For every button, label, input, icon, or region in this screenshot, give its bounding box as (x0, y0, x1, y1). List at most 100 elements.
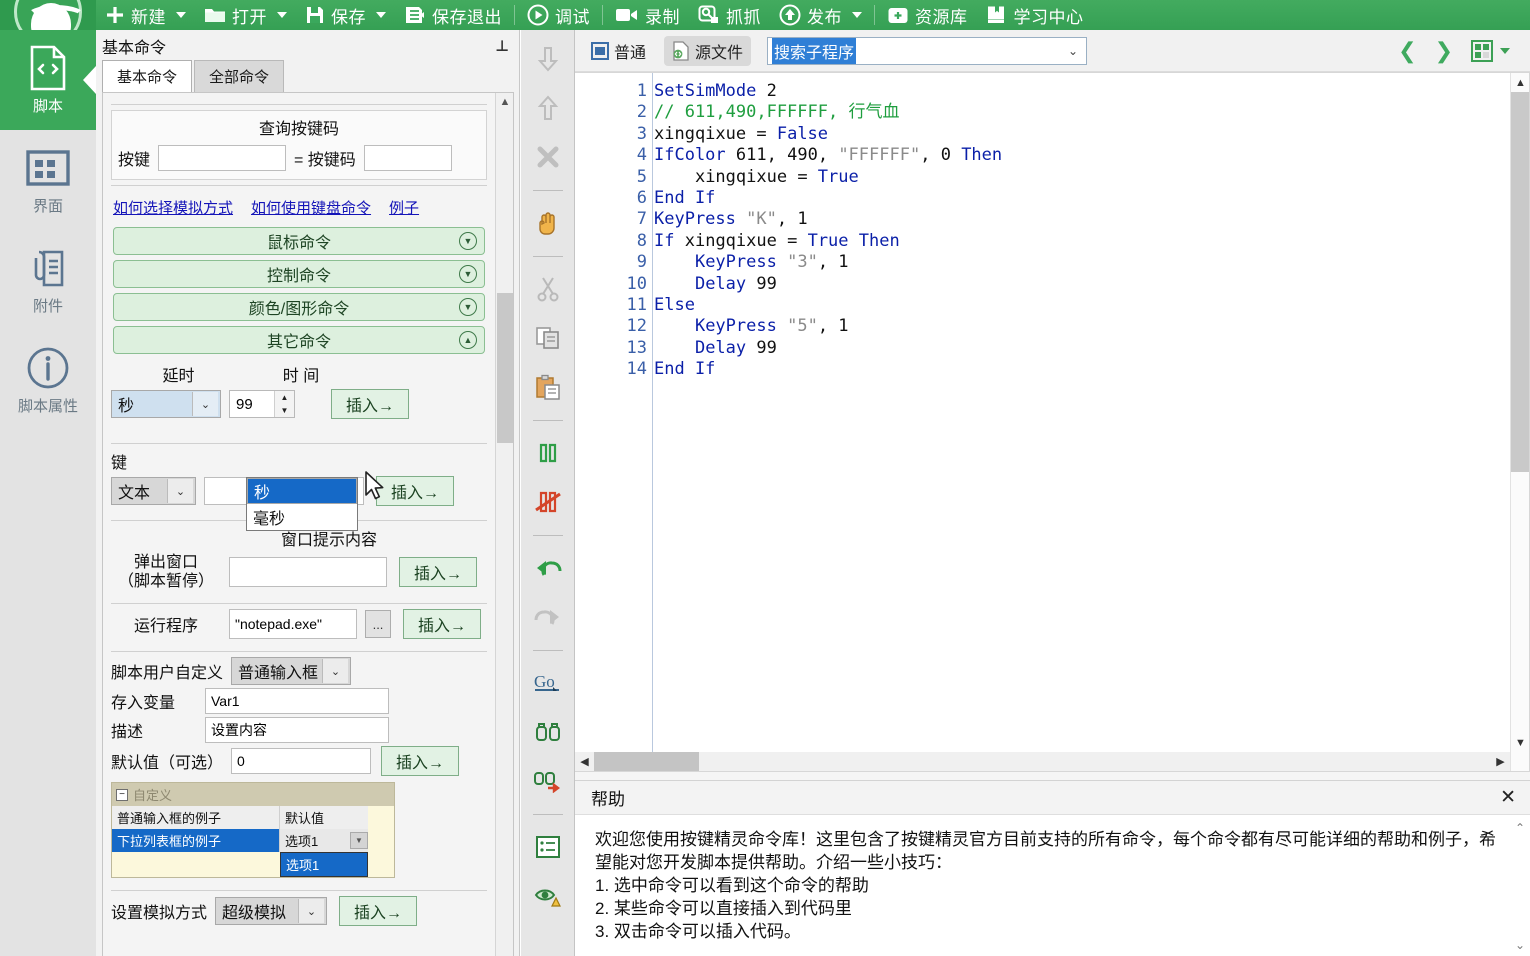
sidebar-item-script[interactable]: 脚本 (0, 30, 96, 130)
link-how-to-use-keyboard-cmd[interactable]: 如何使用键盘命令 (251, 197, 371, 218)
move-down-button[interactable] (531, 42, 565, 76)
view-source-button[interactable]: 源文件 (664, 35, 752, 66)
code-line[interactable]: KeyPress "5", 1 (654, 316, 1509, 337)
code-area[interactable]: 1 2 3 4 5 6 7 8 9 10 11 12 13 14 SetSimMode 2// 611,4… (575, 72, 1530, 772)
pin-icon[interactable]: ⊥ (495, 37, 509, 55)
user-custom-type-select[interactable]: 普通输入框 ⌄ (231, 657, 352, 685)
code-line[interactable]: SetSimMode 2 (654, 81, 1509, 102)
sim-mode-insert-button[interactable]: 插入→ (339, 896, 418, 926)
chevron-up-icon[interactable]: ⌃ (1515, 821, 1525, 835)
copy-button[interactable] (531, 321, 565, 355)
chevron-down-icon[interactable] (1500, 47, 1510, 54)
chevron-up-icon[interactable]: ▲ (1511, 73, 1529, 92)
chevron-down-icon[interactable]: ⌄ (192, 392, 218, 416)
toolbar-new-button[interactable]: 新建 (96, 0, 195, 30)
watch-button[interactable] (531, 879, 565, 913)
help-scrollbar[interactable]: ⌃ ⌄ (1512, 821, 1528, 952)
sidebar-item-attachment[interactable]: 附件 (0, 230, 96, 330)
dropdown-option-milliseconds[interactable]: 毫秒 (247, 504, 357, 530)
delay-time-stepper[interactable]: 99 ▲ ▼ (229, 390, 295, 418)
code-line[interactable]: Delay 99 (654, 274, 1509, 295)
run-program-insert-button[interactable]: 插入→ (403, 609, 481, 639)
chevron-right-icon[interactable]: ▶ (1491, 752, 1510, 771)
run-program-input[interactable] (229, 609, 357, 639)
code-line[interactable]: IfColor 611, 490, "FFFFFF", 0 Then (654, 145, 1509, 166)
group-mouse-commands[interactable]: 鼠标命令 ▼ (113, 227, 485, 255)
chevron-down-icon[interactable]: ⌄ (167, 479, 193, 503)
group-control-commands[interactable]: 控制命令 ▼ (113, 260, 485, 288)
code-line[interactable]: xingqixue = False (654, 124, 1509, 145)
chevron-up-icon[interactable]: ▲ (496, 93, 513, 111)
find-button[interactable] (531, 715, 565, 749)
chevron-down-icon[interactable] (277, 12, 287, 18)
popup-message-input[interactable] (229, 557, 387, 587)
code-text[interactable]: SetSimMode 2// 611,490,FFFFFF, 行气血 xingqi… (654, 81, 1509, 771)
code-line[interactable]: KeyPress "3", 1 (654, 252, 1509, 273)
code-line[interactable]: Else (654, 295, 1509, 316)
delay-unit-dropdown-list[interactable]: 秒 毫秒 (246, 477, 358, 531)
code-line[interactable]: // 611,490,FFFFFF, 行气血 (654, 102, 1509, 123)
close-icon[interactable]: ✕ (1500, 786, 1516, 809)
custom-grid-group-header[interactable]: − 自定义 (112, 783, 394, 806)
scrollbar-thumb[interactable] (1511, 92, 1529, 472)
toolbar-save-exit-button[interactable]: 保存退出 (395, 0, 511, 30)
delay-unit-select[interactable]: 秒 ⌄ (111, 390, 221, 418)
chevron-down-icon[interactable]: ⌄ (1060, 44, 1086, 58)
stepper-up-icon[interactable]: ▲ (275, 391, 294, 404)
code-line[interactable]: Delay 99 (654, 338, 1509, 359)
table-row[interactable]: 下拉列表框的例子 选项1 ▼ (112, 829, 394, 852)
code-line[interactable]: End If (654, 188, 1509, 209)
toolbar-publish-button[interactable]: 发布 (770, 0, 871, 30)
chevron-down-icon[interactable]: ▼ (459, 232, 477, 250)
store-variable-input[interactable] (205, 688, 389, 714)
link-examples[interactable]: 例子 (389, 197, 419, 218)
collapse-icon[interactable]: − (116, 788, 128, 801)
chevron-right-icon[interactable]: ❯ (1435, 38, 1453, 64)
code-line[interactable]: End If (654, 359, 1509, 380)
code-horizontal-scrollbar[interactable]: ◀ ▶ (575, 752, 1510, 771)
chevron-down-icon[interactable]: ⌄ (1515, 938, 1525, 952)
chevron-down-icon[interactable]: ⌄ (298, 899, 325, 923)
chevron-down-icon[interactable]: ▼ (350, 832, 368, 849)
grid-dropdown-popup[interactable]: 选项1 (280, 852, 368, 877)
user-custom-insert-button[interactable]: 插入→ (381, 746, 460, 776)
redo-button[interactable] (531, 600, 565, 634)
default-value-input[interactable] (231, 748, 372, 774)
toolbar-record-button[interactable]: 录制 (606, 0, 689, 30)
keycode-code-input[interactable] (363, 145, 452, 171)
paste-button[interactable] (531, 370, 565, 404)
delay-insert-button[interactable]: 插入→ (331, 389, 409, 419)
link-how-to-choose-sim-mode[interactable]: 如何选择模拟方式 (113, 197, 233, 218)
chevron-left-icon[interactable]: ◀ (575, 752, 594, 771)
outline-button[interactable] (531, 830, 565, 864)
toolbar-resource-button[interactable]: 资源库 (878, 0, 977, 30)
chevron-down-icon[interactable]: ▼ (459, 298, 477, 316)
scrollbar-thumb[interactable] (594, 752, 699, 771)
browse-button[interactable]: ... (365, 610, 391, 638)
toolbar-debug-button[interactable]: 调试 (518, 0, 599, 30)
chevron-left-icon[interactable]: ❮ (1398, 38, 1416, 64)
keycode-key-input[interactable] (158, 145, 287, 171)
toolbar-capture-button[interactable]: 抓抓 (689, 0, 770, 30)
uncomment-line-button[interactable] (531, 485, 565, 519)
cut-button[interactable] (531, 272, 565, 306)
text-insert-button[interactable]: 插入→ (376, 476, 454, 506)
group-other-commands[interactable]: 其它命令 ▲ (113, 326, 485, 354)
move-up-button[interactable] (531, 91, 565, 125)
grid-dropdown-option[interactable]: 选项1 (281, 853, 367, 876)
toolbar-open-button[interactable]: 打开 (195, 0, 296, 30)
code-vertical-scrollbar[interactable]: ▲ ▼ (1510, 73, 1529, 771)
chevron-down-icon[interactable] (176, 12, 186, 18)
sidebar-item-ui[interactable]: 界面 (0, 130, 96, 230)
text-type-select[interactable]: 文本 ⌄ (111, 477, 196, 505)
view-normal-button[interactable]: 普通 (583, 36, 654, 66)
popup-insert-button[interactable]: 插入→ (399, 557, 477, 587)
toolbar-save-button[interactable]: 保存 (296, 0, 395, 30)
code-line[interactable]: KeyPress "K", 1 (654, 209, 1509, 230)
delete-line-button[interactable] (531, 140, 565, 174)
drag-mode-button[interactable] (531, 206, 565, 240)
chevron-down-icon[interactable]: ⌄ (322, 659, 349, 683)
undo-button[interactable] (531, 551, 565, 585)
command-panel-scrollbar[interactable]: ▲ (495, 93, 513, 956)
toolbar-learning-button[interactable]: 学习中心 (977, 0, 1093, 30)
